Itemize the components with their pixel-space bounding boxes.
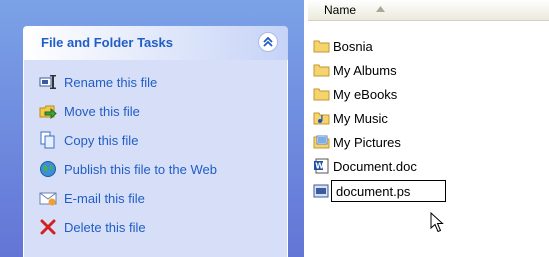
panel-title: File and Folder Tasks [41,35,173,50]
task-delete[interactable]: Delete this file [39,217,146,237]
item-label: My Pictures [333,134,401,150]
mouse-pointer-icon [430,212,444,233]
folder-icon [313,88,330,101]
task-label: E-mail this file [64,190,145,206]
list-item[interactable]: W Document.doc [313,157,417,175]
item-label: My Music [333,110,388,126]
ps-file-icon [313,184,329,198]
file-list: Name Bosnia My Albums My eBooks My Music [304,0,549,257]
music-folder-icon [313,112,330,125]
task-copy[interactable]: Copy this file [39,130,138,150]
pictures-folder-icon [313,135,330,149]
task-label: Delete this file [64,219,146,235]
panel-body: Rename this file Move this file Copy thi… [23,60,288,257]
move-icon [39,105,57,120]
task-pane: File and Folder Tasks Rename this file M… [0,0,304,257]
task-label: Rename this file [64,74,158,90]
task-move[interactable]: Move this file [39,101,140,121]
rename-input[interactable] [331,180,446,202]
delete-icon [40,219,56,235]
double-chevron-up-icon [263,37,273,47]
list-item[interactable]: My Music [313,109,388,127]
task-rename[interactable]: Rename this file [39,72,157,92]
svg-text:W: W [315,162,324,171]
publish-web-icon [40,161,56,177]
item-label: Bosnia [333,38,373,54]
column-label: Name [324,3,357,17]
word-document-icon: W [314,158,329,174]
item-label: Document.doc [333,158,417,174]
folder-icon [313,64,330,77]
task-publish[interactable]: Publish this file to the Web [39,159,217,179]
copy-icon [40,131,55,149]
task-email[interactable]: E-mail this file [39,188,145,208]
name-column-header[interactable]: Name [308,0,549,21]
rename-icon [39,75,56,89]
list-item-renaming[interactable] [313,182,333,200]
task-label: Copy this file [64,132,139,148]
list-item[interactable]: My Pictures [313,133,401,151]
panel-header[interactable]: File and Folder Tasks [23,26,288,60]
folder-icon [313,40,330,53]
sort-ascending-icon [376,6,385,12]
file-folder-tasks-panel: File and Folder Tasks Rename this file M… [23,26,288,257]
email-icon [39,192,57,206]
list-item[interactable]: My eBooks [313,85,397,103]
task-label: Publish this file to the Web [64,161,217,177]
list-item[interactable]: Bosnia [313,37,373,55]
item-label: My Albums [333,62,397,78]
task-label: Move this file [64,103,140,119]
collapse-button[interactable] [258,32,278,52]
list-item[interactable]: My Albums [313,61,397,79]
item-label: My eBooks [333,86,398,102]
